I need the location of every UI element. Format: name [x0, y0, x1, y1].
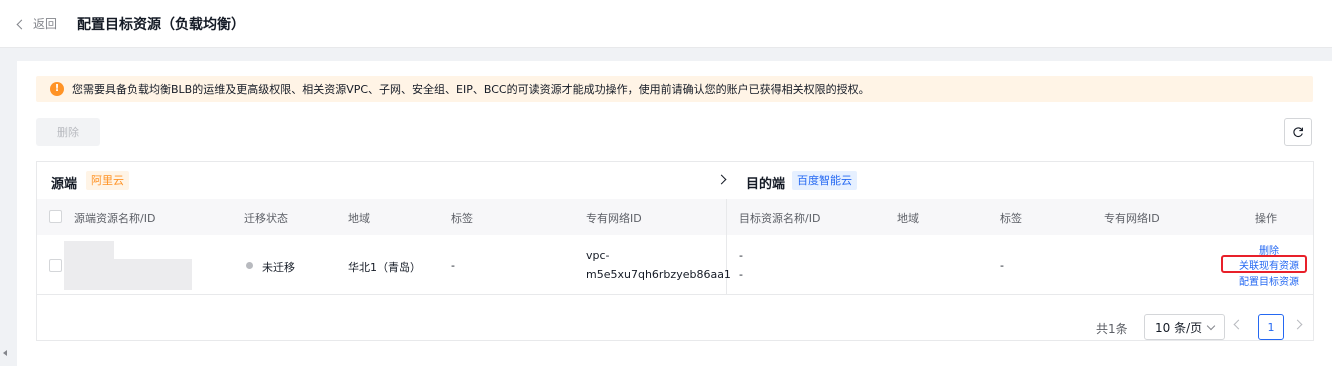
refresh-icon — [1293, 127, 1303, 138]
chevron-left-icon — [16, 19, 27, 29]
resource-table: 源端 阿里云 目的端 百度智能云 源端资源名称/ID 迁移状态 地域 标签 专有… — [36, 161, 1314, 341]
back-button[interactable]: 返回 — [16, 15, 58, 32]
col-actions: 操作 — [1255, 212, 1277, 225]
col-status: 迁移状态 — [244, 212, 288, 225]
target-name-text: - — [739, 249, 743, 262]
select-all-checkbox[interactable] — [49, 210, 62, 223]
chevron-right-icon — [716, 174, 727, 185]
target-id-text: - — [739, 268, 743, 281]
warning-icon: ! — [50, 82, 64, 96]
status-text: 未迁移 — [262, 261, 295, 274]
pagination-total: 共1条 — [1096, 322, 1128, 336]
vpc-id-line1: vpc- — [586, 249, 610, 262]
vpc-id-line2: m5e5xu7qh6rbzyeb86aa1 — [586, 268, 731, 281]
col-source-name: 源端资源名称/ID — [74, 212, 156, 225]
highlight-box — [1221, 255, 1307, 273]
region-text: 华北1（青岛） — [348, 261, 421, 274]
current-page-button[interactable]: 1 — [1258, 314, 1284, 340]
content-card: ! 您需要具备负载均衡BLB的运维及更高级权限、相关资源VPC、子网、安全组、E… — [17, 61, 1332, 366]
redacted-name — [64, 241, 114, 259]
page-title: 配置目标资源（负载均衡） — [77, 16, 246, 33]
col-target-region: 地域 — [897, 212, 919, 225]
batch-delete-button[interactable]: 删除 — [36, 118, 100, 146]
configure-target-resource-link[interactable]: 配置目标资源 — [1239, 273, 1299, 288]
source-label: 源端 — [51, 177, 78, 192]
table-row: 未迁移 华北1（青岛） - vpc- m5e5xu7qh6rbzyeb86aa1… — [37, 235, 1313, 295]
scroll-left-icon[interactable] — [3, 350, 7, 356]
tags-text: - — [451, 259, 455, 272]
target-label: 目的端 — [746, 177, 786, 192]
table-header: 源端资源名称/ID 迁移状态 地域 标签 专有网络ID 目标资源名称/ID 地域… — [37, 199, 1313, 235]
page-size-select[interactable]: 10 条/页 — [1144, 314, 1225, 340]
top-bar: 返回 配置目标资源（负载均衡） — [0, 0, 1332, 48]
target-cloud-tag: 百度智能云 — [792, 171, 857, 190]
col-region: 地域 — [348, 212, 370, 225]
target-tags-text: - — [1000, 259, 1004, 272]
source-cloud-tag: 阿里云 — [86, 171, 129, 190]
table-group-header: 源端 阿里云 目的端 百度智能云 — [37, 162, 1313, 199]
chevron-down-icon — [1206, 321, 1216, 331]
row-checkbox[interactable] — [49, 259, 62, 272]
col-target-name: 目标资源名称/ID — [739, 212, 821, 225]
status-dot — [246, 262, 253, 269]
alert-text: 您需要具备负载均衡BLB的运维及更高级权限、相关资源VPC、子网、安全组、EIP… — [72, 83, 870, 96]
col-vpc: 专有网络ID — [586, 212, 642, 225]
col-tags: 标签 — [451, 212, 473, 225]
redacted-id — [64, 259, 192, 290]
back-label: 返回 — [33, 17, 58, 31]
page-size-value: 10 条/页 — [1155, 320, 1203, 335]
col-target-vpc: 专有网络ID — [1104, 212, 1160, 225]
refresh-button[interactable] — [1284, 118, 1312, 146]
permission-alert: ! 您需要具备负载均衡BLB的运维及更高级权限、相关资源VPC、子网、安全组、E… — [36, 76, 1313, 102]
col-target-tags: 标签 — [1000, 212, 1022, 225]
